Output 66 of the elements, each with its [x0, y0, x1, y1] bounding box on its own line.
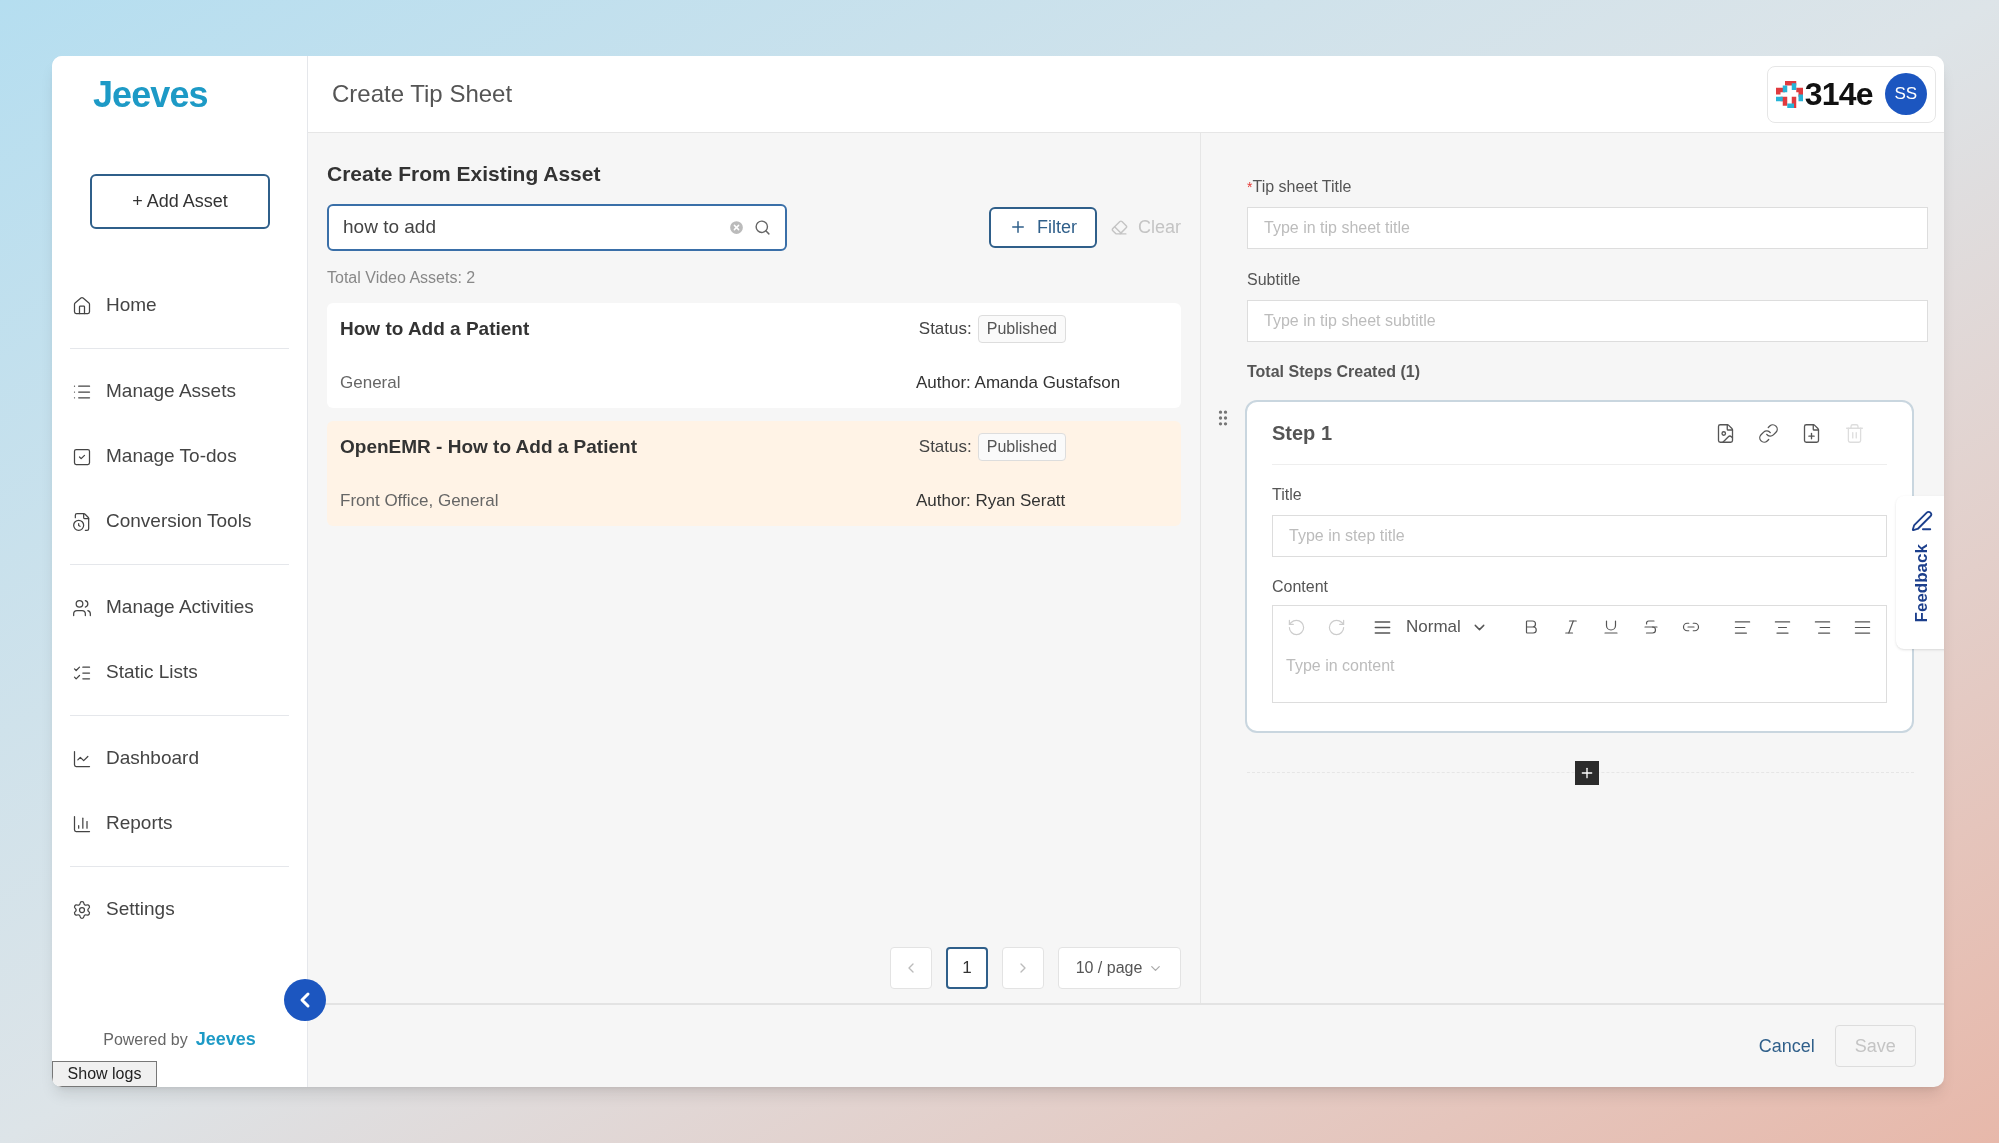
page-size-select[interactable]: 10 / page: [1058, 947, 1181, 989]
asset-author: Author: Amanda Gustafson: [916, 372, 1122, 394]
cancel-button[interactable]: Cancel: [1758, 1032, 1815, 1060]
line-chart-icon: [72, 748, 92, 769]
page-button[interactable]: 1: [946, 947, 988, 989]
status-label: Status:: [918, 436, 972, 458]
brand-logo: Jeeves: [93, 72, 208, 117]
nav-item[interactable]: Manage Assets: [70, 359, 289, 424]
users-icon: [72, 597, 92, 618]
step-heading: Step 1: [1272, 421, 1333, 446]
brand-logo: Jeeves: [195, 1028, 256, 1051]
content-input[interactable]: Type in content: [1286, 654, 1873, 678]
field-label: Title: [1272, 485, 1303, 505]
field-label: Content: [1272, 577, 1330, 597]
asset-title: How to Add a Patient: [340, 316, 530, 341]
home-icon: [72, 295, 92, 316]
required-mark: *: [1247, 177, 1253, 197]
asset-title: OpenEMR - How to Add a Patient: [340, 434, 637, 459]
add-step-button[interactable]: [1575, 761, 1600, 785]
nav-item[interactable]: Static Lists: [70, 640, 289, 705]
asset-author: Author: Ryan Seratt: [916, 490, 1067, 512]
search-input[interactable]: how to add: [343, 212, 728, 242]
content-editor[interactable]: Normal Type in content: [1272, 605, 1887, 703]
checkbox-icon: [72, 446, 92, 467]
page-title: Create Tip Sheet: [332, 79, 513, 109]
asset-card[interactable]: How to Add a Patient Status: Published General Author: Amanda Gustafson: [327, 302, 1181, 408]
nav-item[interactable]: Reports: [70, 791, 289, 856]
cross-logo-icon: [1775, 80, 1803, 108]
powered-by-text: Powered by: [103, 1030, 188, 1050]
steps-count: Total Steps Created (1): [1247, 362, 1422, 382]
field-label: Tip sheet Title: [1252, 177, 1352, 197]
text-field[interactable]: Type in step title: [1272, 515, 1887, 557]
nav-item[interactable]: Settings: [70, 877, 289, 942]
document-clock-icon: [72, 511, 92, 532]
search-icon[interactable]: [754, 218, 771, 236]
org-logo: 314e: [1804, 75, 1873, 114]
plus-icon: [1009, 218, 1027, 236]
nav-item[interactable]: Manage To-dos: [70, 424, 289, 489]
asset-tags: Front Office, General: [340, 488, 499, 514]
nav-item[interactable]: Conversion Tools: [70, 489, 289, 554]
show-logs-button[interactable]: Show logs: [52, 1061, 157, 1087]
section-heading: Create From Existing Asset: [327, 161, 602, 187]
nav-item[interactable]: Dashboard: [70, 726, 289, 791]
settings-icon: [72, 899, 92, 920]
nav-item[interactable]: Home: [70, 273, 289, 338]
text-field[interactable]: Type in tip sheet title: [1247, 207, 1928, 249]
user-avatar[interactable]: SS: [1884, 73, 1927, 115]
bar-chart-icon: [72, 813, 92, 834]
field-label: Subtitle: [1247, 270, 1302, 290]
text-style-select[interactable]: Normal: [1406, 614, 1488, 640]
total-count: Total Video Assets: 2: [327, 267, 477, 288]
feedback-tab[interactable]: Feedback: [1895, 496, 1944, 649]
text-field[interactable]: Type in tip sheet subtitle: [1247, 300, 1928, 342]
add-asset-button[interactable]: + Add Asset: [90, 174, 270, 229]
nav-item[interactable]: Manage Activities: [70, 575, 289, 640]
search-field[interactable]: how to add: [327, 203, 787, 251]
status-tag: Published: [977, 314, 1066, 343]
filter-button[interactable]: Filter: [989, 206, 1097, 248]
collapse-button[interactable]: [284, 979, 326, 1021]
status-tag: Published: [977, 432, 1066, 461]
pen-icon: [1910, 510, 1933, 532]
asset-card[interactable]: OpenEMR - How to Add a Patient Status: Published Front Office, General Author: Ryan Seratt: [327, 420, 1181, 526]
status-label: Status:: [918, 318, 972, 340]
link-icon[interactable]: [1757, 422, 1779, 444]
asset-tags: General: [340, 370, 401, 396]
eraser-icon: [1111, 218, 1128, 236]
